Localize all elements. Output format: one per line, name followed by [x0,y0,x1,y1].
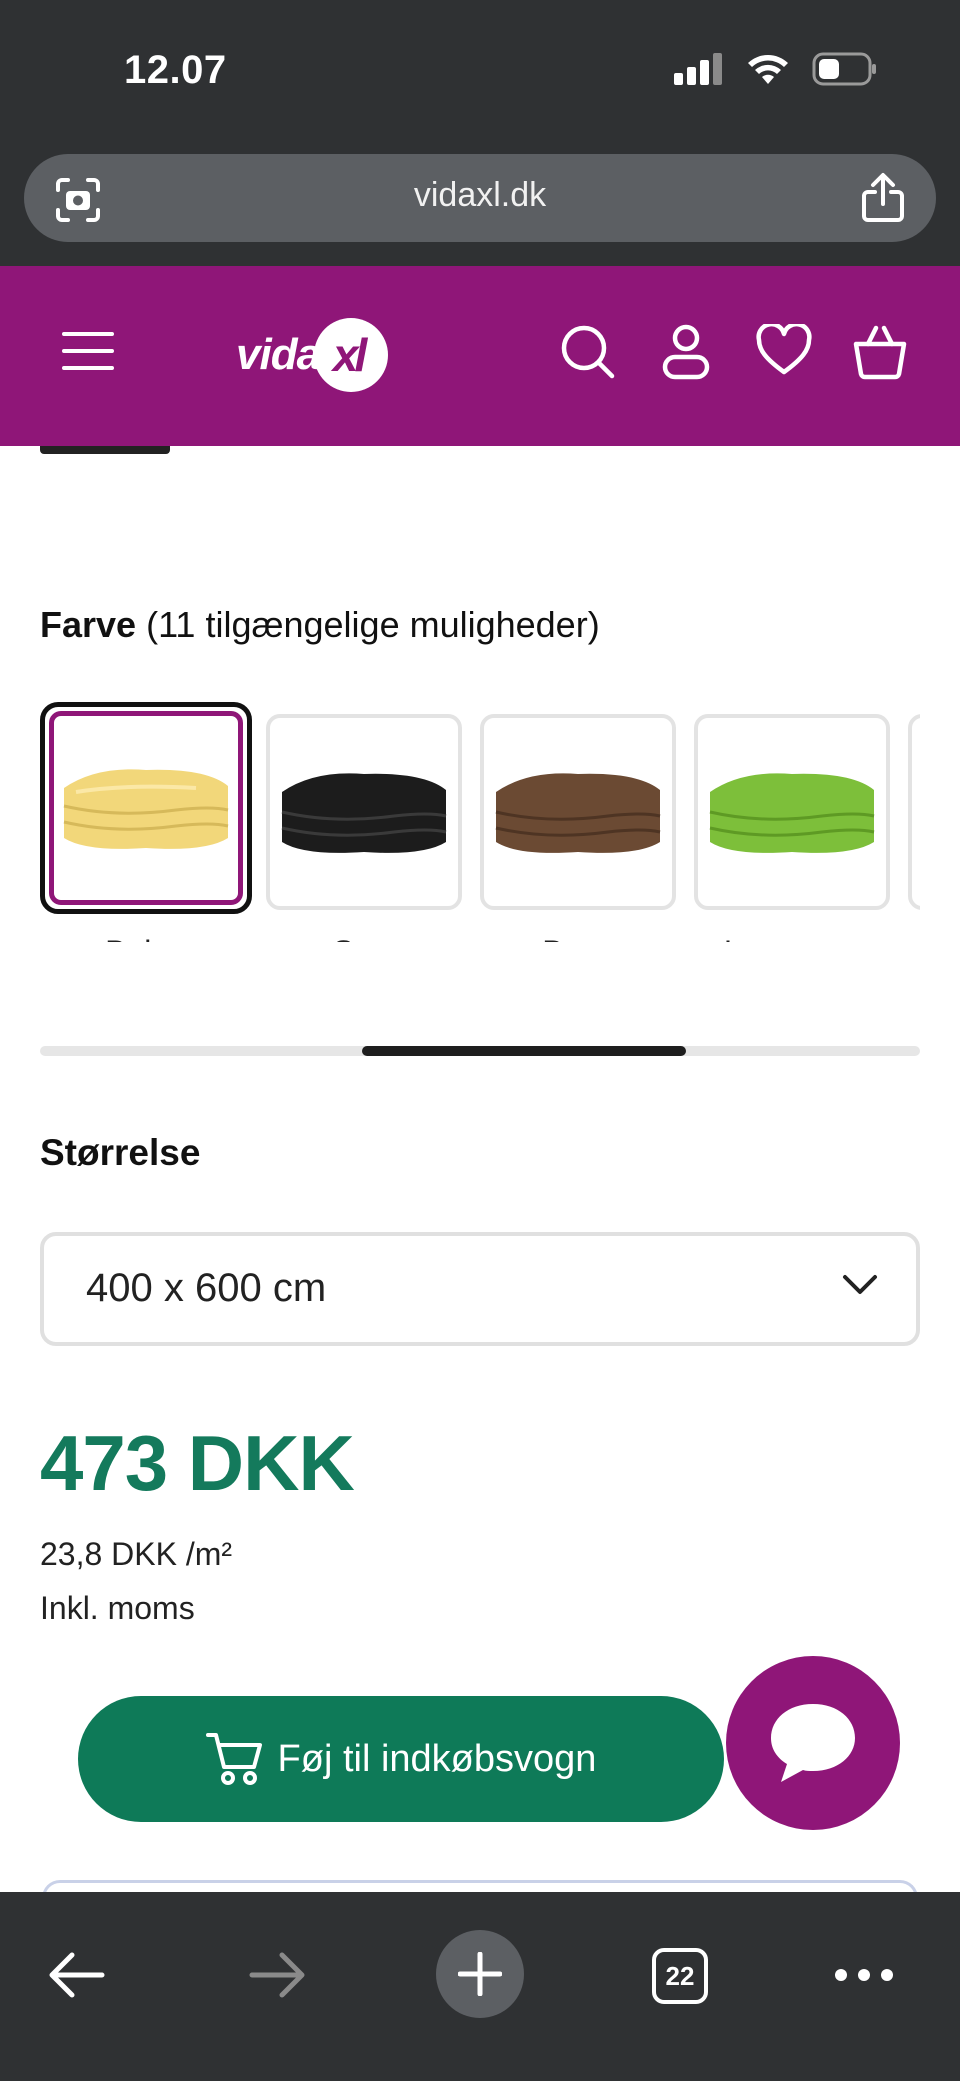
battery-icon [812,52,876,86]
more-icon[interactable] [834,1968,894,1982]
blanket-image [63,769,229,849]
color-swatch-lysegron[interactable] [694,714,890,910]
add-to-cart-label: Føj til indkøbsvogn [277,1737,597,1780]
tabs-icon[interactable]: 22 [652,1948,708,2004]
product-thumbnail [270,718,458,906]
vidaxl-logo[interactable]: vida xl [236,318,389,392]
color-name-sort: Sort [262,934,462,942]
browser-toolbar: 22 [0,1892,960,2081]
blanket-image [495,773,661,853]
new-tab-icon [458,1952,502,1996]
menu-icon[interactable] [62,330,114,372]
vat-note: Inkl. moms [40,1590,195,1626]
logo-text: vida [236,330,321,379]
product-thumbnail [698,718,886,906]
product-thumbnail [484,718,672,906]
color-name-beige: Beige [46,934,246,942]
blanket-image [709,773,875,853]
size-label: Størrelse [40,1132,201,1173]
color-swatch-beige[interactable] [40,702,252,914]
size-select[interactable]: 400 x 600 cm [40,1232,920,1346]
carousel-scrollbar[interactable] [40,1046,920,1056]
account-icon[interactable] [662,324,710,380]
color-name-brun: Brun [476,934,676,942]
search-icon[interactable] [560,324,616,380]
carousel-scroll-thumb[interactable] [362,1046,686,1056]
color-label-title: Farve [40,604,137,645]
color-label: Farve (11 tilgængelige muligheder) [40,604,600,646]
wifi-icon [748,55,788,84]
blanket-image [281,773,447,853]
url-text[interactable]: vidaxl.dk [24,176,936,215]
basket-icon[interactable] [852,324,908,380]
size-selected-value[interactable]: 400 x 600 cm [86,1266,326,1311]
color-swatch-brun[interactable] [480,714,676,910]
share-icon[interactable] [860,172,906,224]
chevron-down-icon [843,1275,877,1294]
status-time: 12.07 [124,48,227,92]
heart-icon[interactable] [756,324,812,376]
add-to-cart-button[interactable]: Føj til indkøbsvogn [78,1696,724,1822]
unit-price: 23,8 DKK /m² [40,1536,233,1572]
price: 473 DKK [40,1419,355,1507]
forward-icon[interactable] [248,1950,306,2000]
status-icons [674,52,878,86]
logo-mark: xl [314,318,389,392]
product-thumbnail [54,716,238,900]
product-title-cut-off [40,446,240,458]
chat-bubble-icon [771,1704,855,1782]
color-count: (11 tilgængelige muligheder) [146,604,600,645]
color-swatch-sort[interactable] [266,714,462,910]
chat-button[interactable] [726,1656,900,1830]
back-icon[interactable] [48,1950,106,2000]
color-swatch-carousel[interactable]: Beige Sort Brun [40,702,920,942]
cart-icon [205,1733,262,1785]
signal-icon [674,53,722,85]
browser-top-chrome: 12.07 vidaxl.dk [0,0,960,266]
site-header: vida xl [0,266,960,446]
color-swatch-next-partial[interactable] [908,714,920,910]
new-tab-button[interactable] [436,1930,524,2018]
address-bar[interactable]: vidaxl.dk [24,154,936,242]
color-name-lysegron: Lysegrøn [690,934,890,942]
